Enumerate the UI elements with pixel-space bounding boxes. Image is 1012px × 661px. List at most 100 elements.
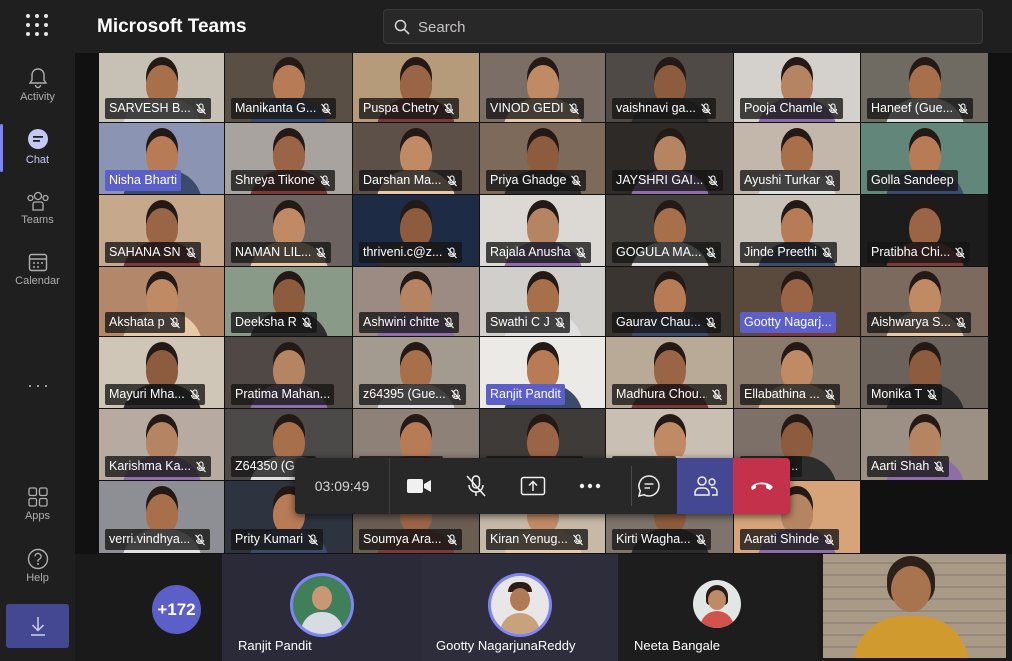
participant-video-tile[interactable]: Pooja Chamle [734,53,861,123]
rail-item-label: Chat [25,154,50,166]
participant-video-tile[interactable]: z64395 (Gue... [353,337,480,409]
overflow-participants-badge[interactable]: +172 [152,585,201,634]
participant-video-tile[interactable]: Aishwarya S... [861,267,989,337]
participant-name-tag: Madhura Chou... [612,384,727,405]
participant-video-tile[interactable]: Darshan Ma... [353,123,480,195]
participant-name: Akshata p [109,315,165,329]
participant-video-tile[interactable]: Nisha Bharti [99,123,225,195]
participant-face [145,493,178,534]
participant-video-tile[interactable]: Ashwini chitte [353,267,480,337]
participant-name-tag: NAMAN LIL... [231,242,332,263]
participant-name: Aishwarya S... [871,315,951,329]
participant-video-tile[interactable]: Gootty Nagarj... [734,267,861,337]
participant-video-tile[interactable]: Rajala Anusha [480,195,606,267]
participant-video-tile[interactable]: thriveni.c@z... [353,195,480,267]
participant-video-tile[interactable]: verri.vindhya... [99,481,225,554]
mic-muted-icon [316,247,327,258]
participant-video-tile[interactable]: Aarti Shah [861,409,989,481]
participant-name: Kirti Wagha... [616,532,691,546]
participant-name-tag: Kirti Wagha... [612,529,711,550]
participant-video-tile[interactable]: Jinde Preethi [734,195,861,267]
hang-up-icon [750,482,773,490]
mic-muted-icon [934,461,945,472]
rail-item-label: Apps [24,510,51,522]
strip-participant-tile[interactable]: Gootty NagarjunaReddy [422,554,618,661]
participant-video-tile[interactable]: Madhura Chou... [606,337,734,409]
mic-muted-icon [554,317,565,328]
participant-video-tile[interactable]: Shreya Tikone [225,123,353,195]
participant-video-tile[interactable]: SAHANA SN [99,195,225,267]
strip-participant-tile[interactable]: Ranjit Pandit [222,554,422,661]
participant-video-tile[interactable]: Priya Ghadge [480,123,606,195]
participant-video-tile[interactable]: Ayushi Turkar [734,123,861,195]
rail-item-help[interactable]: Help [0,540,75,600]
mic-muted-icon [301,317,312,328]
mic-muted-icon [701,103,711,114]
participant-video-tile[interactable]: Haneef (Gue... [861,53,989,123]
rail-item-chat[interactable]: Chat [0,120,75,180]
strip-participant-tile[interactable]: Neeta Bangale [618,554,818,661]
participant-name-tag: thriveni.c@z... [359,242,463,263]
mic-muted-icon [443,103,454,114]
more-actions-button[interactable] [561,458,618,514]
chat-button[interactable] [620,458,677,514]
participant-video-tile[interactable]: Puspa Chetry [353,53,480,123]
participant-name-tag: Soumya Ara... [359,529,462,550]
participant-video-tile[interactable]: SARVESH B... [99,53,225,123]
participant-video-tile[interactable]: Ranjit Pandit [480,337,606,409]
download-button[interactable] [6,604,69,648]
camera-button[interactable] [390,458,447,514]
mic-button[interactable] [447,458,504,514]
call-timer: 03:09:49 [295,458,390,514]
rail-item-teams[interactable]: Teams [0,182,75,242]
participant-name-tag: Mayuri Mha... [105,384,205,405]
share-screen-button[interactable] [504,458,561,514]
participant-name: Jinde Preethi [744,245,817,259]
participant-video-tile[interactable]: VINOD GEDI [480,53,606,123]
participant-name: Aarti Shah [871,459,930,473]
participant-name: SAHANA SN [109,245,181,259]
participant-video-tile[interactable]: Pratima Mahan... [225,337,353,409]
rail-item-label: Calendar [15,275,60,287]
participant-video-tile[interactable]: Mayuri Mha... [99,337,225,409]
search-input[interactable]: Search [383,9,983,44]
participants-button[interactable] [677,458,734,514]
call-control-bar: 03:09:49 [295,458,790,514]
mic-muted-icon [308,534,318,545]
app-launcher-icon[interactable] [26,14,48,36]
participant-video-tile[interactable]: Karishma Ka... [99,409,225,481]
more-apps-icon[interactable]: ··· [27,375,51,396]
rail-item-activity[interactable]: Activity [0,59,75,119]
participant-video-tile[interactable]: NAMAN LIL... [225,195,353,267]
participant-video-tile[interactable]: Ellabathina ... [734,337,861,409]
participant-video-tile[interactable]: JAYSHRI GAI... [606,123,734,195]
participant-video-tile[interactable]: Gaurav Chau... [606,267,734,337]
participant-video-tile[interactable]: Manikanta G... [225,53,353,123]
participant-video-tile[interactable]: Golla Sandeep [861,123,989,195]
leave-call-button[interactable] [733,458,790,514]
mic-muted-icon [447,247,458,258]
participant-video-tile[interactable]: Swathi C J [480,267,606,337]
help-icon [27,548,48,570]
participant-name: Kiran Yenug... [490,532,568,546]
rail-item-label: Teams [21,214,54,226]
chat-icon [27,129,48,149]
participant-name: z64395 (Gue... [363,387,446,401]
participant-video-tile[interactable]: vaishnavi ga... [606,53,734,123]
participant-name-tag: Ayushi Turkar [740,170,841,191]
rail-item-calendar[interactable]: Calendar [0,243,75,303]
participant-name: thriveni.c@z... [363,245,443,259]
participant-video-tile[interactable]: Deeksha R [225,267,353,337]
participant-video-tile[interactable]: GOGULA MA... [606,195,734,267]
participant-name-tag: Prity Kumari [231,529,324,550]
mic-muted-icon [189,389,200,400]
participant-video-tile[interactable]: Monika T [861,337,989,409]
participant-video-tile[interactable]: Pratibha Chi... [861,195,989,267]
mic-muted-icon [825,175,836,186]
rail-item-apps[interactable]: Apps [0,478,75,538]
avatar [693,580,741,628]
participant-name: Nisha Bharti [109,173,178,187]
participant-name-tag: SARVESH B... [105,98,211,119]
self-video-preview[interactable] [823,554,1006,658]
participant-video-tile[interactable]: Akshata p [99,267,225,337]
